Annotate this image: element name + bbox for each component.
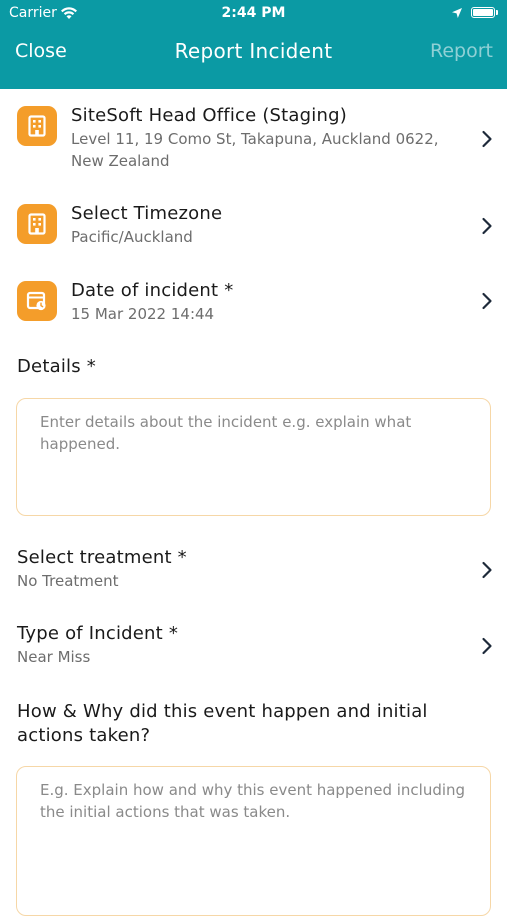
- timezone-row[interactable]: Select Timezone Pacific/Auckland: [0, 202, 507, 252]
- building-icon: [17, 106, 57, 146]
- battery-icon: [471, 7, 495, 18]
- date-row[interactable]: Date of incident * 15 Mar 2022 14:44: [0, 279, 507, 329]
- timezone-label: Select Timezone: [71, 203, 223, 224]
- how-why-placeholder: E.g. Explain how and why this event happ…: [40, 781, 466, 821]
- chevron-right-icon: [482, 130, 492, 148]
- chevron-right-icon: [482, 217, 492, 235]
- date-value: 15 Mar 2022 14:44: [71, 305, 215, 323]
- timezone-value: Pacific/Auckland: [71, 228, 193, 246]
- calendar-icon: [17, 281, 57, 321]
- location-arrow-icon: [452, 8, 462, 18]
- details-placeholder: Enter details about the incident e.g. ex…: [40, 413, 412, 453]
- report-button[interactable]: Report: [430, 40, 493, 62]
- incident-type-label: Type of Incident *: [17, 623, 179, 644]
- details-textarea[interactable]: Enter details about the incident e.g. ex…: [16, 398, 491, 516]
- site-row[interactable]: SiteSoft Head Office (Staging) Level 11,…: [0, 104, 507, 174]
- how-why-label: How & Why did this event happen and init…: [17, 701, 428, 746]
- status-bar: Carrier 2:44 PM: [0, 0, 507, 28]
- chevron-right-icon: [482, 292, 492, 310]
- treatment-value: No Treatment: [17, 572, 119, 590]
- details-label: Details *: [17, 356, 96, 377]
- incident-type-value: Near Miss: [17, 648, 91, 666]
- building-icon: [17, 204, 57, 244]
- chevron-right-icon: [482, 561, 492, 579]
- date-label: Date of incident *: [71, 280, 234, 301]
- chevron-right-icon: [482, 637, 492, 655]
- treatment-row[interactable]: Select treatment * No Treatment: [0, 546, 507, 594]
- how-why-textarea[interactable]: E.g. Explain how and why this event happ…: [16, 766, 491, 916]
- site-name: SiteSoft Head Office (Staging): [71, 105, 347, 126]
- treatment-label: Select treatment *: [17, 547, 187, 568]
- header-bar: Carrier 2:44 PM Close Report Incident Re…: [0, 0, 507, 89]
- site-address: Level 11, 19 Como St, Takapuna, Auckland…: [71, 130, 439, 170]
- status-time: 2:44 PM: [221, 5, 286, 21]
- battery-nub: [496, 10, 498, 15]
- incident-type-row[interactable]: Type of Incident * Near Miss: [0, 622, 507, 670]
